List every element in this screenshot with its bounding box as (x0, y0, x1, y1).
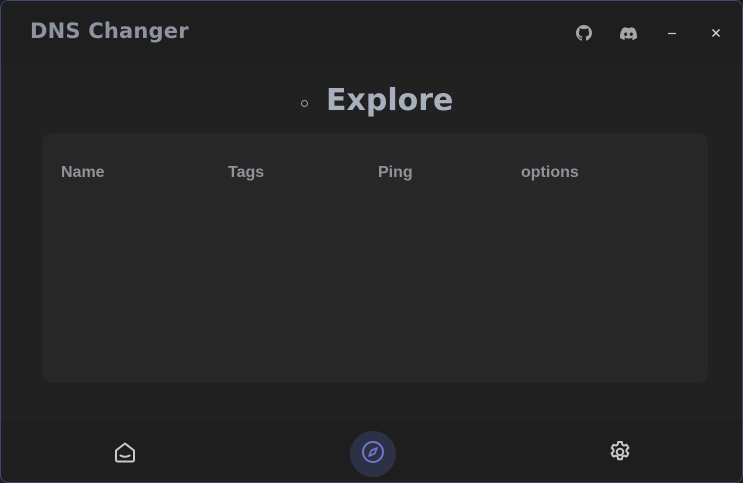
page-heading: Explore (1, 81, 742, 125)
title-bar[interactable]: DNS Changer (1, 1, 742, 65)
column-header-name: Name (61, 164, 105, 181)
column-header-tags: Tags (228, 164, 265, 181)
minimize-icon (666, 27, 678, 39)
bottom-navigation (1, 421, 742, 482)
app-title: DNS Changer (30, 19, 189, 43)
column-header-options: options (521, 164, 579, 181)
status-dot-icon (301, 100, 308, 107)
github-icon (576, 25, 592, 41)
column-header-ping: Ping (378, 164, 413, 181)
app-window: DNS Changer Explore Name Tags Ping optio… (0, 0, 743, 483)
discord-icon (619, 26, 637, 40)
github-button[interactable] (572, 21, 596, 45)
compass-icon (360, 439, 386, 469)
nav-settings-button[interactable] (597, 431, 643, 477)
discord-button[interactable] (616, 21, 640, 45)
nav-explore-button[interactable] (350, 431, 396, 477)
minimize-button[interactable] (660, 21, 684, 45)
close-button[interactable] (704, 21, 728, 45)
dns-server-table: Name Tags Ping options (42, 133, 708, 383)
home-icon (112, 439, 138, 469)
gear-icon (607, 439, 633, 469)
table-header: Name Tags Ping options (42, 133, 708, 213)
nav-home-button[interactable] (102, 431, 148, 477)
page-title: Explore (326, 83, 454, 118)
close-icon (710, 27, 722, 39)
